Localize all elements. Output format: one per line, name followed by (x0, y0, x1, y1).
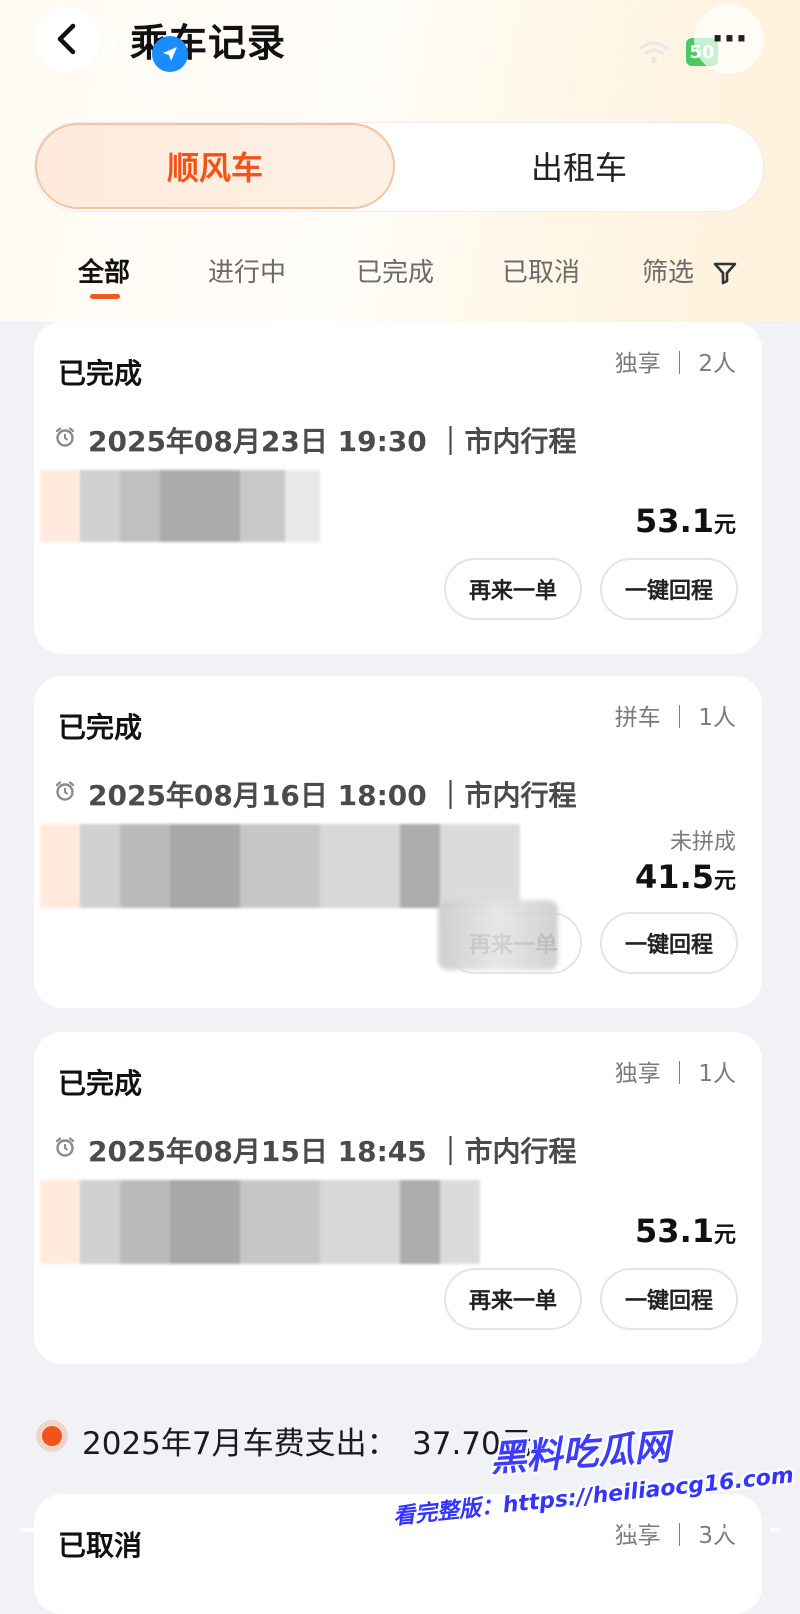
order-type: 独享 ｜ 3人 (614, 1523, 736, 1549)
order-type: 独享 ｜ 2人 (614, 351, 736, 377)
alarm-clock-icon (54, 1136, 76, 1162)
order-type: 独享 ｜ 1人 (614, 1061, 736, 1087)
active-tab-indicator (90, 294, 120, 299)
price-unit: 元 (713, 869, 736, 894)
chevron-left-icon (57, 23, 76, 55)
price-unit: 元 (713, 1223, 736, 1248)
alarm-clock-icon (54, 780, 76, 806)
tab-filter[interactable]: 筛选 (642, 252, 694, 289)
top-bar: 45 乘车记录 50 ··· (0, 0, 800, 80)
order-card[interactable]: 已完成 拼车 ｜ 1人 2025年08月16日 18:00 ｜市内行程 未拼成 … (34, 676, 762, 1008)
carpool-status: 未拼成 (669, 830, 736, 855)
order-type: 拼车 ｜ 1人 (614, 705, 736, 731)
tab-in-progress[interactable]: 进行中 (208, 252, 286, 289)
order-status: 已完成 (58, 711, 143, 744)
tab-all[interactable]: 全部 (78, 252, 130, 289)
reorder-button[interactable]: 再来一单 (444, 1268, 582, 1330)
location-icon (152, 36, 188, 72)
order-card[interactable]: 已完成 独享 ｜ 1人 2025年08月15日 18:45 ｜市内行程 53.1… (34, 1032, 762, 1364)
redacted-route (40, 470, 320, 542)
segment-hitch-ride[interactable]: 顺风车 (35, 123, 395, 209)
redacted-route (40, 824, 520, 908)
price-value: 41.5 (635, 858, 714, 896)
return-trip-button[interactable]: 一键回程 (600, 558, 738, 620)
segment-taxi[interactable]: 出租车 (397, 123, 761, 209)
price-value: 53.1 (635, 1212, 714, 1250)
order-card[interactable]: 已完成 独享 ｜ 2人 2025年08月23日 19:30 ｜市内行程 53.1… (34, 322, 762, 654)
back-button[interactable] (34, 6, 100, 72)
tab-completed[interactable]: 已完成 (356, 252, 434, 289)
wifi-icon (638, 40, 670, 68)
order-datetime: 2025年08月15日 18:45 ｜市内行程 (88, 1135, 577, 1168)
more-icon: ··· (711, 19, 748, 59)
price-unit: 元 (713, 513, 736, 538)
more-menu-button[interactable]: ··· (694, 4, 764, 74)
order-status: 已完成 (58, 1067, 143, 1100)
summary-dot (42, 1426, 62, 1446)
order-datetime: 2025年08月16日 18:00 ｜市内行程 (88, 779, 577, 812)
return-trip-button[interactable]: 一键回程 (600, 912, 738, 974)
reorder-button[interactable]: 再来一单 (444, 558, 582, 620)
ride-type-switch: 顺风车 出租车 (34, 122, 764, 212)
order-price: 41.5元 (635, 858, 736, 896)
redaction-smudge (438, 900, 558, 970)
return-trip-button[interactable]: 一键回程 (600, 1268, 738, 1330)
filter-icon[interactable] (712, 260, 738, 290)
tab-cancelled[interactable]: 已取消 (502, 252, 580, 289)
order-status: 已完成 (58, 357, 143, 390)
monthly-expense-label: 2025年7月车费支出： (82, 1426, 398, 1462)
filter-tabs: 全部 进行中 已完成 已取消 筛选 (0, 252, 800, 304)
order-price: 53.1元 (635, 1212, 736, 1250)
redacted-route (40, 1180, 480, 1264)
alarm-clock-icon (54, 426, 76, 452)
order-price: 53.1元 (635, 502, 736, 540)
order-datetime: 2025年08月23日 19:30 ｜市内行程 (88, 425, 577, 458)
price-value: 53.1 (635, 502, 714, 540)
